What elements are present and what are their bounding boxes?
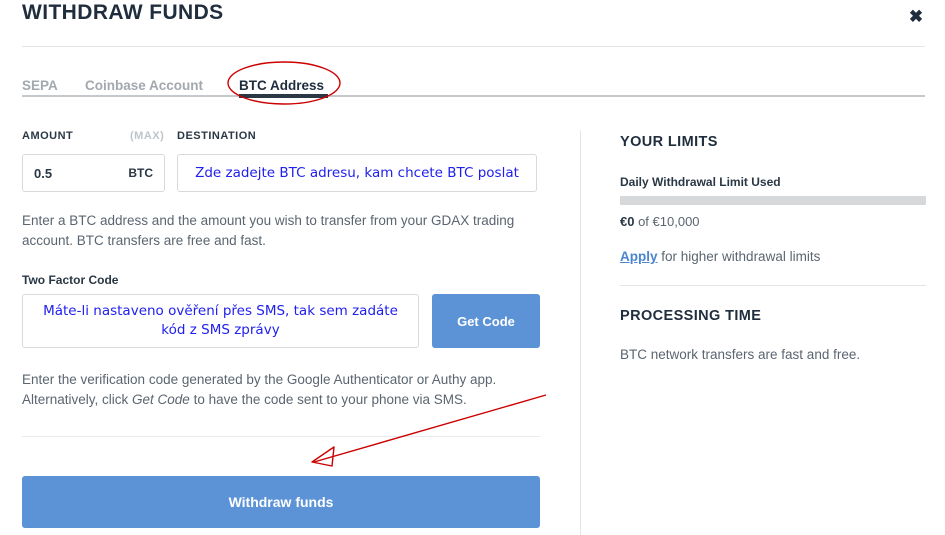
get-code-button[interactable]: Get Code	[432, 294, 540, 348]
header-divider	[22, 46, 925, 47]
tab-coinbase-account[interactable]: Coinbase Account	[85, 78, 203, 93]
two-factor-annotation-text: Máte-li nastaveno ověření přes SMS, tak …	[31, 302, 410, 340]
processing-time-title: PROCESSING TIME	[620, 308, 762, 324]
page-title: WITHDRAW FUNDS	[22, 1, 224, 24]
amount-label: AMOUNT	[22, 130, 74, 142]
limit-total-amount: €10,000	[652, 214, 700, 229]
limit-of-text: of	[634, 214, 653, 229]
two-factor-label: Two Factor Code	[22, 273, 119, 287]
tab-bar-divider	[22, 95, 925, 97]
pointer-arrow-head	[311, 446, 335, 467]
tab-bar: SEPA Coinbase Account BTC Address	[22, 70, 925, 97]
withdraw-form: AMOUNT (MAX) DESTINATION 0.5 BTC Zde zad…	[22, 130, 542, 410]
inputs-row: 0.5 BTC Zde zadejte BTC adresu, kam chce…	[22, 154, 542, 194]
max-label[interactable]: (MAX)	[130, 130, 164, 142]
two-factor-input[interactable]: Máte-li nastaveno ověření přes SMS, tak …	[22, 294, 419, 348]
sidebar-divider	[620, 285, 926, 286]
tab-sepa[interactable]: SEPA	[22, 78, 58, 93]
destination-annotation-text: Zde zadejte BTC adresu, kam chcete BTC p…	[195, 164, 519, 181]
btc-help-text: Enter a BTC address and the amount you w…	[22, 213, 515, 248]
amount-currency-unit: BTC	[128, 166, 153, 180]
close-icon[interactable]: ✖	[905, 6, 927, 28]
field-labels-row: AMOUNT (MAX) DESTINATION	[22, 130, 542, 148]
tab-btc-address[interactable]: BTC Address	[239, 78, 324, 93]
get-code-emphasis: Get Code	[132, 392, 190, 407]
withdraw-funds-button[interactable]: Withdraw funds	[22, 476, 540, 528]
apply-link[interactable]: Apply	[620, 249, 658, 264]
apply-limits-line: Apply for higher withdrawal limits	[620, 249, 926, 264]
two-factor-row: Máte-li nastaveno ověření přes SMS, tak …	[22, 294, 542, 348]
apply-rest-text: for higher withdrawal limits	[657, 249, 821, 264]
limit-used-amount: €0	[620, 214, 635, 229]
two-factor-annotation-line2: z SMS zprávy	[189, 322, 280, 338]
your-limits-title: YOUR LIMITS	[620, 134, 718, 150]
column-divider	[580, 130, 581, 535]
active-tab-underline	[239, 94, 328, 98]
daily-limit-amounts: €0 of €10,000	[620, 214, 926, 229]
daily-limit-progress	[620, 196, 926, 205]
amount-input[interactable]: 0.5 BTC	[22, 154, 165, 192]
processing-time-text: BTC network transfers are fast and free.	[620, 347, 861, 362]
verification-help-text: Enter the verification code generated by…	[22, 370, 532, 410]
daily-limit-label: Daily Withdrawal Limit Used	[620, 175, 781, 189]
sidebar-info: YOUR LIMITS Daily Withdrawal Limit Used …	[620, 134, 926, 362]
form-bottom-divider	[22, 436, 540, 437]
destination-input[interactable]: Zde zadejte BTC adresu, kam chcete BTC p…	[177, 154, 537, 192]
destination-label: DESTINATION	[177, 130, 257, 142]
amount-value: 0.5	[34, 166, 53, 181]
verification-help-part-2: to have the code sent to your phone via …	[189, 392, 467, 407]
